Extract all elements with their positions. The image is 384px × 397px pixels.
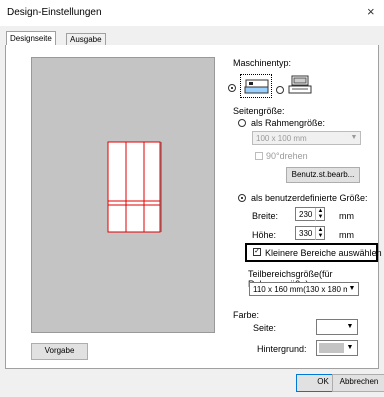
embroidery-machine-icon[interactable] bbox=[240, 74, 272, 98]
chevron-down-icon: ▼ bbox=[347, 283, 357, 295]
page-color-picker[interactable]: ▼ bbox=[316, 319, 358, 335]
width-label: Breite: bbox=[252, 211, 279, 221]
width-unit: mm bbox=[339, 211, 354, 221]
title-bar: Design-Einstellungen × bbox=[0, 0, 384, 26]
section-size-value: 110 x 160 mm(130 x 180 m bbox=[253, 285, 350, 294]
frame-size-value: 100 x 100 mm bbox=[256, 134, 307, 143]
window-title: Design-Einstellungen bbox=[7, 7, 102, 18]
page-preview bbox=[31, 57, 215, 333]
height-value: 330 bbox=[299, 229, 313, 238]
custom-size-radio[interactable] bbox=[238, 194, 246, 202]
sewing-machine-icon[interactable] bbox=[286, 74, 314, 96]
height-spinner[interactable]: ▲ ▼ bbox=[315, 227, 325, 240]
split-area-checkbox[interactable]: ✓ bbox=[253, 248, 261, 256]
chevron-down-icon: ▼ bbox=[350, 134, 358, 141]
grid-outline bbox=[107, 141, 161, 233]
section-size-dropdown[interactable]: 110 x 160 mm(130 x 180 m ▼ bbox=[249, 282, 359, 296]
page-color-label: Seite: bbox=[253, 323, 277, 333]
background-color-label: Hintergrund: bbox=[257, 344, 307, 354]
close-icon[interactable]: × bbox=[367, 4, 375, 19]
chevron-down-icon: ▼ bbox=[346, 323, 354, 330]
height-unit: mm bbox=[339, 230, 354, 240]
background-color-picker[interactable]: ▼ bbox=[316, 340, 358, 356]
height-label: Höhe: bbox=[252, 230, 277, 240]
tab-designseite[interactable]: Designseite bbox=[6, 31, 56, 46]
custom-size-label: als benutzerdefinierte Größe: bbox=[251, 193, 368, 203]
frame-size-dropdown[interactable]: 100 x 100 mm ▼ bbox=[252, 131, 361, 145]
section-grid bbox=[107, 141, 162, 233]
frame-size-radio[interactable] bbox=[238, 119, 246, 127]
background-color-swatch bbox=[319, 343, 344, 353]
color-label: Farbe: bbox=[233, 310, 260, 320]
frame-size-label: als Rahmengröße: bbox=[251, 118, 326, 128]
split-area-label: Kleinere Bereiche auswählen bbox=[265, 248, 382, 258]
rotate-label: 90°drehen bbox=[266, 151, 308, 161]
rotate-checkbox[interactable] bbox=[255, 152, 263, 160]
default-button[interactable]: Vorgabe bbox=[31, 343, 88, 360]
width-spinner[interactable]: ▲ ▼ bbox=[315, 208, 325, 221]
chevron-down-icon: ▼ bbox=[346, 344, 354, 351]
machine-radio-embroidery[interactable] bbox=[228, 84, 236, 92]
page-size-label: Seitengröße: bbox=[233, 106, 285, 116]
cancel-button[interactable]: Abbrechen bbox=[332, 374, 384, 392]
machine-type-label: Maschinentyp: bbox=[233, 58, 292, 68]
width-value: 230 bbox=[299, 210, 313, 219]
machine-radio-sewing[interactable] bbox=[276, 86, 284, 94]
custom-frame-button[interactable]: Benutz.st.bearb... bbox=[286, 167, 360, 183]
page-color-swatch bbox=[319, 322, 344, 332]
